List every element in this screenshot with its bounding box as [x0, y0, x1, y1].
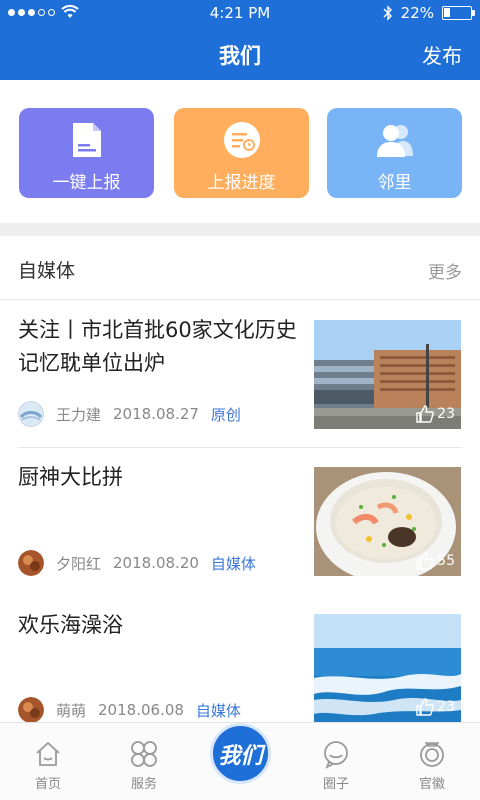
bluetooth-icon [383, 5, 392, 21]
avatar [18, 550, 44, 576]
congee-photo[interactable]: 55 [314, 467, 461, 576]
news-author: 萌萌 [56, 701, 87, 720]
section-divider [0, 223, 480, 236]
battery-percent: 22% [400, 4, 434, 22]
tab-badge-label: 官徽 [418, 777, 445, 792]
more-link[interactable]: 更多 [428, 258, 462, 283]
news-tag: 自媒体 [195, 701, 241, 720]
neighbors-icon [376, 125, 413, 157]
avatar [18, 401, 44, 427]
thumbs-up-icon [416, 552, 435, 570]
news-title: 厨神大比拼 [18, 465, 123, 489]
status-bar: 4:21 PM 22% [0, 0, 480, 28]
like-number: 23 [437, 699, 455, 715]
news-author: 夕阳红 [56, 554, 102, 573]
like-count[interactable]: 55 [416, 552, 455, 570]
report-button[interactable]: 一键上报 [19, 108, 154, 198]
news-date: 2018.06.08 [98, 701, 184, 719]
like-number: 23 [437, 406, 455, 422]
services-icon [131, 741, 157, 767]
status-right: 22% [383, 4, 475, 22]
neighbors-button[interactable]: 邻里 [327, 108, 462, 198]
news-tag: 原创 [210, 405, 241, 424]
progress-button[interactable]: 上报进度 [174, 108, 309, 198]
news-item[interactable]: 关注丨市北首批60家文化历史记忆耽单位出炉 王力建 2018.08.27 原创 [0, 301, 480, 447]
home-icon [36, 741, 60, 766]
tab-home[interactable]: 首页 [13, 739, 83, 792]
building-photo[interactable]: 23 [314, 320, 461, 429]
news-date: 2018.08.20 [113, 554, 199, 572]
circle-chat-icon [324, 741, 348, 769]
app-header: 4:21 PM 22% 我们 发布 [0, 0, 480, 80]
tab-bar: 首页 服务 我们 圈子 官徽 [0, 722, 480, 800]
like-number: 55 [437, 553, 455, 569]
tab-circle[interactable]: 圈子 [301, 739, 371, 792]
news-meta: 萌萌 2018.06.08 自媒体 [18, 697, 241, 723]
news-tag: 自媒体 [210, 554, 256, 573]
section-header: 自媒体 更多 [0, 236, 480, 300]
sea-photo[interactable]: 23 [314, 614, 461, 722]
document-icon [72, 123, 101, 157]
tab-circle-label: 圈子 [322, 777, 349, 792]
section-title: 自媒体 [18, 260, 76, 282]
like-count[interactable]: 23 [416, 405, 455, 423]
news-title: 欢乐海澡浴 [18, 613, 123, 637]
avatar [18, 697, 44, 723]
neighbors-label: 邻里 [377, 173, 412, 193]
tab-services-label: 服务 [130, 777, 157, 792]
news-item[interactable]: 厨神大比拼 夕阳红 2018.08.20 自媒体 55 [0, 448, 480, 596]
like-count[interactable]: 23 [416, 698, 455, 716]
progress-label: 上报进度 [207, 173, 276, 193]
emblem-icon [420, 742, 444, 767]
news-title: 关注丨市北首批60家文化历史记忆耽单位出炉 [18, 318, 297, 375]
thumbs-up-icon [416, 405, 435, 423]
thumbs-up-icon [416, 698, 435, 716]
page-title: 我们 [219, 44, 261, 68]
tab-home-label: 首页 [34, 777, 61, 792]
publish-button[interactable]: 发布 [422, 40, 462, 69]
tab-center-we-button[interactable]: 我们 [210, 723, 271, 784]
progress-list-icon [223, 122, 260, 158]
quick-actions: 一键上报 上报进度 邻里 [0, 80, 480, 223]
news-item[interactable]: 欢乐海澡浴 萌萌 2018.06.08 自媒体 23 [0, 596, 480, 723]
battery-icon [442, 6, 475, 20]
tab-badge[interactable]: 官徽 [397, 739, 467, 792]
news-meta: 夕阳红 2018.08.20 自媒体 [18, 550, 256, 576]
news-meta: 王力建 2018.08.27 原创 [18, 401, 241, 427]
tab-services[interactable]: 服务 [109, 739, 179, 792]
news-date: 2018.08.27 [113, 405, 199, 423]
news-author: 王力建 [56, 405, 102, 424]
report-label: 一键上报 [52, 173, 121, 193]
